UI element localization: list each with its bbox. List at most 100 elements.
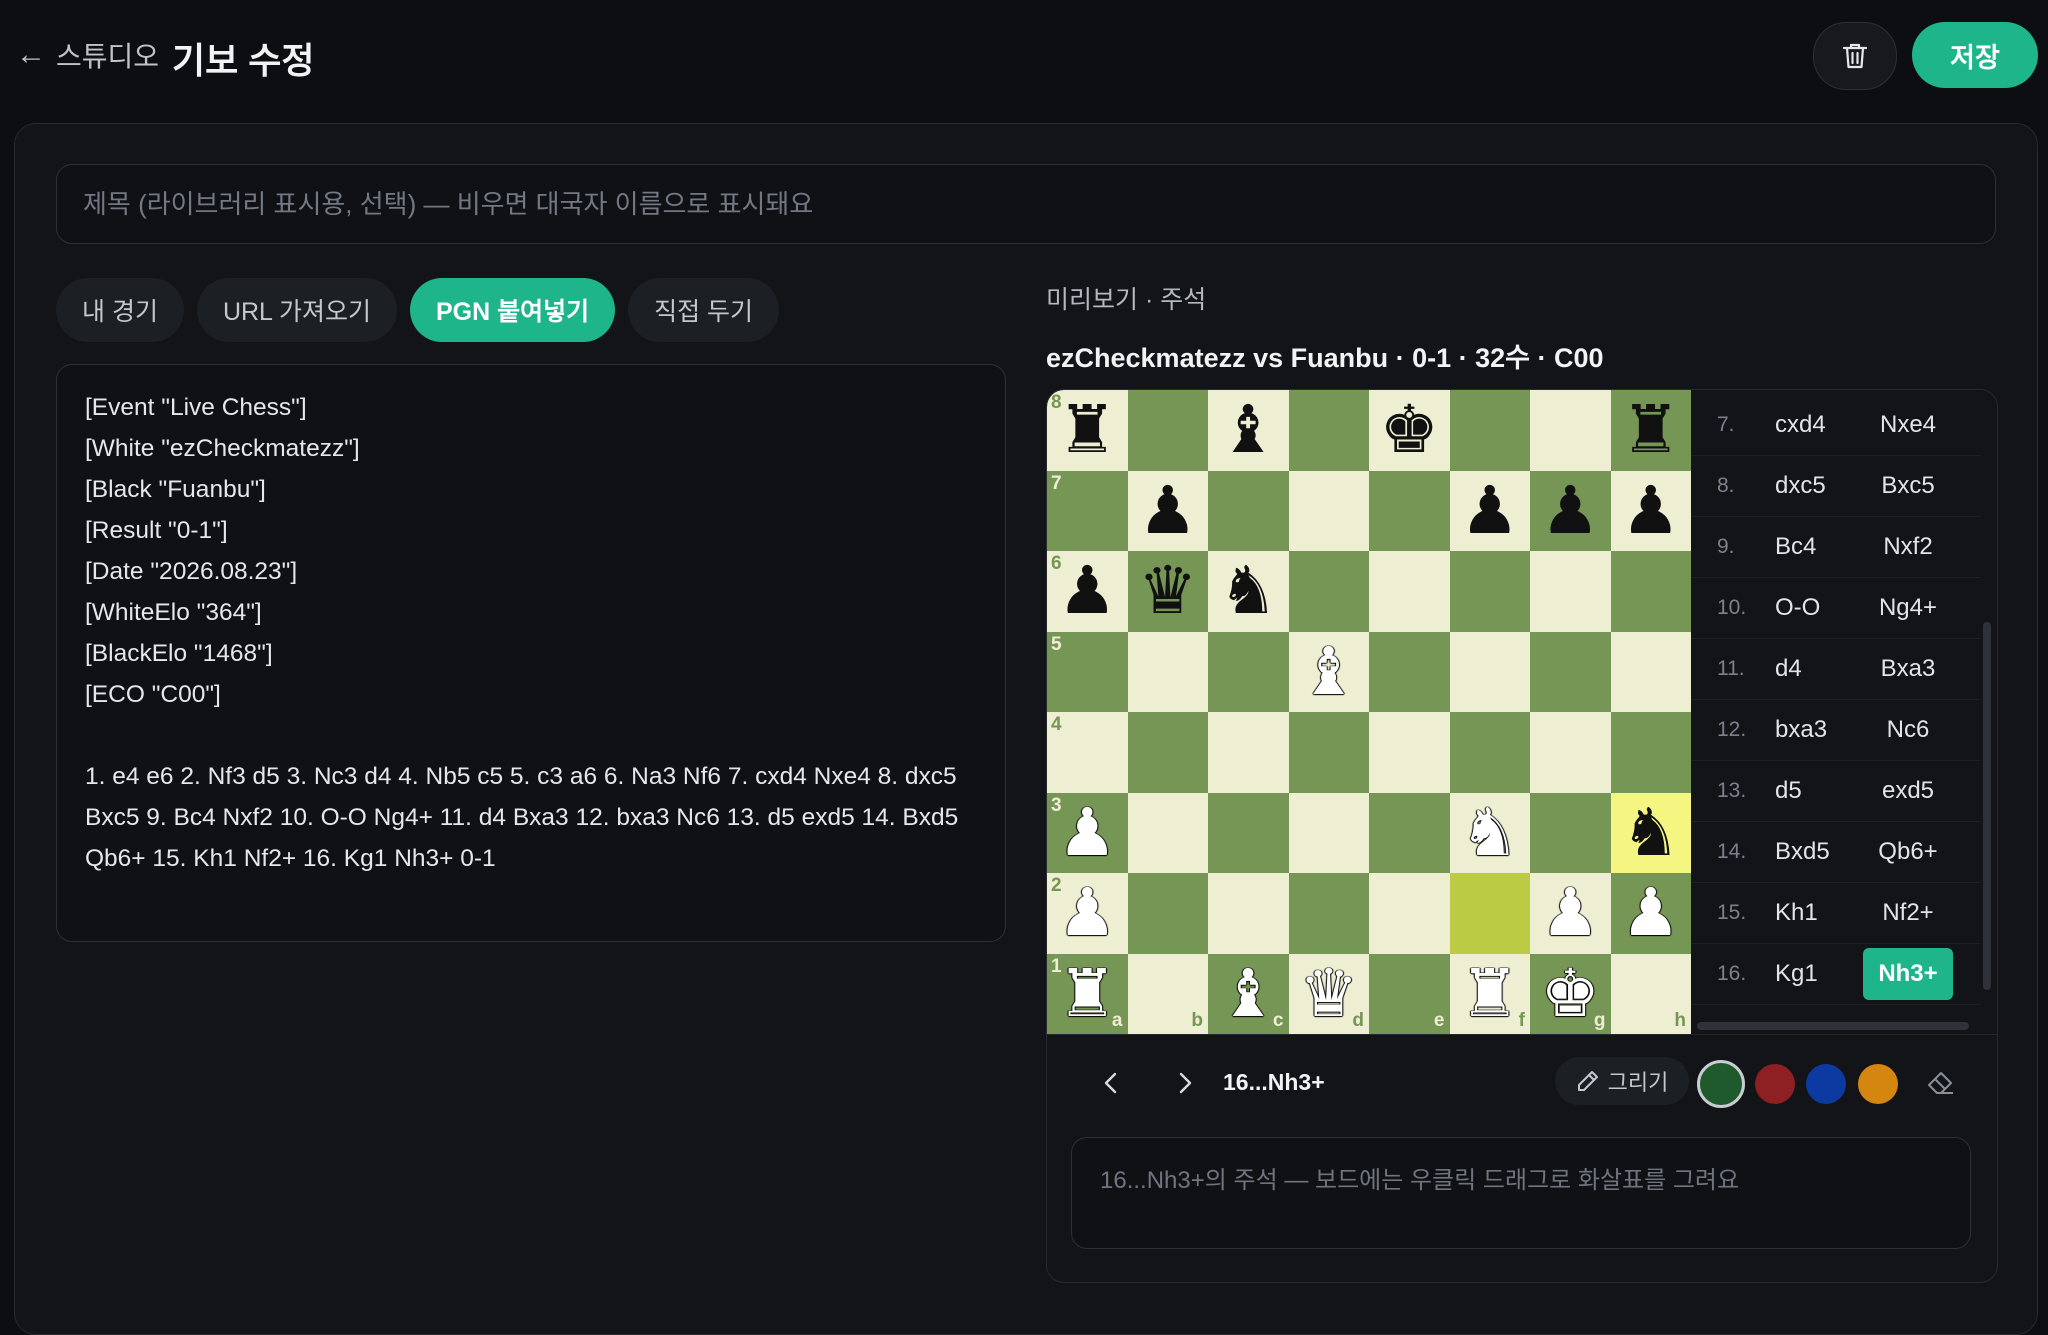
white-rook-icon[interactable]: ♜ <box>1460 960 1519 1027</box>
square-g5[interactable] <box>1530 631 1611 712</box>
save-button[interactable]: 저장 <box>1912 22 2038 88</box>
square-a6[interactable]: 6 ♟ <box>1047 551 1128 632</box>
square-b1[interactable]: b <box>1127 953 1208 1034</box>
white-bishop-icon[interactable]: ♝ <box>1219 960 1278 1027</box>
square-h7[interactable]: ♟ <box>1610 470 1691 551</box>
square-e5[interactable] <box>1369 631 1450 712</box>
white-move[interactable]: dxc5 <box>1775 460 1855 512</box>
color-swatch-orange[interactable] <box>1858 1064 1898 1104</box>
white-pawn-icon[interactable]: ♟ <box>1058 880 1117 946</box>
black-pawn-icon[interactable]: ♟ <box>1138 477 1197 544</box>
square-g2[interactable]: ♟ <box>1530 873 1611 954</box>
tab-import-url[interactable]: URL 가져오기 <box>196 278 397 342</box>
white-move[interactable]: d5 <box>1775 765 1855 817</box>
square-d7[interactable] <box>1288 470 1369 551</box>
white-queen-icon[interactable]: ♛ <box>1299 960 1358 1027</box>
black-pawn-icon[interactable]: ♟ <box>1460 477 1519 544</box>
square-c5[interactable] <box>1208 631 1289 712</box>
black-move[interactable]: Nxf2 <box>1863 521 1953 573</box>
white-king-icon[interactable]: ♚ <box>1541 960 1600 1027</box>
black-rook-icon[interactable]: ♜ <box>1058 397 1117 463</box>
square-d8[interactable] <box>1288 390 1369 471</box>
white-bishop-icon[interactable]: ♝ <box>1299 638 1358 705</box>
square-c3[interactable] <box>1208 792 1289 873</box>
square-h5[interactable] <box>1610 631 1691 712</box>
square-g8[interactable] <box>1530 390 1611 471</box>
prev-move-button[interactable] <box>1089 1061 1133 1105</box>
square-f5[interactable] <box>1449 631 1530 712</box>
square-d4[interactable] <box>1288 712 1369 793</box>
white-pawn-icon[interactable]: ♟ <box>1058 799 1117 866</box>
tab-play-manually[interactable]: 직접 두기 <box>628 278 780 342</box>
square-e4[interactable] <box>1369 712 1450 793</box>
black-bishop-icon[interactable]: ♝ <box>1219 397 1278 463</box>
square-e8[interactable]: ♚ <box>1369 390 1450 471</box>
square-e3[interactable] <box>1369 792 1450 873</box>
white-move[interactable]: Kg1 <box>1775 948 1855 1000</box>
square-h6[interactable] <box>1610 551 1691 632</box>
black-pawn-icon[interactable]: ♟ <box>1621 477 1680 544</box>
black-move[interactable]: Nc6 <box>1863 704 1953 756</box>
square-g3[interactable] <box>1530 792 1611 873</box>
tab-my-games[interactable]: 내 경기 <box>56 278 184 342</box>
square-c2[interactable] <box>1208 873 1289 954</box>
square-f1[interactable]: f ♜ <box>1449 953 1530 1034</box>
square-b7[interactable]: ♟ <box>1127 470 1208 551</box>
square-g4[interactable] <box>1530 712 1611 793</box>
square-e2[interactable] <box>1369 873 1450 954</box>
square-f8[interactable] <box>1449 390 1530 471</box>
square-f4[interactable] <box>1449 712 1530 793</box>
square-b5[interactable] <box>1127 631 1208 712</box>
white-move[interactable]: d4 <box>1775 643 1855 695</box>
black-pawn-icon[interactable]: ♟ <box>1541 477 1600 544</box>
black-rook-icon[interactable]: ♜ <box>1621 397 1680 463</box>
square-e6[interactable] <box>1369 551 1450 632</box>
black-move[interactable]: Qb6+ <box>1863 826 1953 878</box>
square-c7[interactable] <box>1208 470 1289 551</box>
white-move[interactable]: cxd4 <box>1775 399 1855 451</box>
color-swatch-green[interactable] <box>1697 1060 1745 1108</box>
square-d6[interactable] <box>1288 551 1369 632</box>
pgn-textarea[interactable]: [Event "Live Chess"] [White "ezCheckmate… <box>56 364 1006 942</box>
square-a5[interactable]: 5 <box>1047 631 1128 712</box>
color-swatch-blue[interactable] <box>1806 1064 1846 1104</box>
square-a8[interactable]: 8 ♜ <box>1047 390 1128 471</box>
chess-board[interactable]: 8 ♜ ♝ ♚ ♜ 7 ♟ ♟ ♟ ♟ 6 ♟ ♛ ♞ 5 ♝ 4 3 ♟ ♞ ♞ 2 ♟ ♟ ♟ 1 a ♜ b c ♝ d ♛ e f ♜ g ♚ h <box>1047 390 1691 1034</box>
annotation-input[interactable] <box>1071 1137 1971 1249</box>
horizontal-scrollbar[interactable] <box>1697 1022 1969 1030</box>
square-c6[interactable]: ♞ <box>1208 551 1289 632</box>
white-pawn-icon[interactable]: ♟ <box>1621 880 1680 946</box>
black-move-current[interactable]: Nh3+ <box>1863 947 1953 1000</box>
color-swatch-red[interactable] <box>1755 1064 1795 1104</box>
white-move[interactable]: bxa3 <box>1775 704 1855 756</box>
white-move[interactable]: O-O <box>1775 582 1855 634</box>
draw-button[interactable]: 그리기 <box>1555 1057 1689 1105</box>
white-move[interactable]: Bc4 <box>1775 521 1855 573</box>
square-h8[interactable]: ♜ <box>1610 390 1691 471</box>
black-move[interactable]: Nxe4 <box>1863 399 1953 451</box>
white-rook-icon[interactable]: ♜ <box>1058 960 1117 1027</box>
black-king-icon[interactable]: ♚ <box>1380 397 1439 463</box>
title-input[interactable] <box>56 164 1996 244</box>
square-b6[interactable]: ♛ <box>1127 551 1208 632</box>
black-knight-icon[interactable]: ♞ <box>1621 799 1680 866</box>
white-pawn-icon[interactable]: ♟ <box>1541 880 1600 946</box>
square-b3[interactable] <box>1127 792 1208 873</box>
black-knight-icon[interactable]: ♞ <box>1219 558 1278 624</box>
black-move[interactable]: Ng4+ <box>1863 582 1953 634</box>
move-list-scrollbar[interactable] <box>1983 622 1991 990</box>
square-d1[interactable]: d ♛ <box>1288 953 1369 1034</box>
delete-button[interactable] <box>1813 22 1897 90</box>
square-f3[interactable]: ♞ <box>1449 792 1530 873</box>
square-g6[interactable] <box>1530 551 1611 632</box>
black-move[interactable]: exd5 <box>1863 765 1953 817</box>
square-h1[interactable]: h <box>1610 953 1691 1034</box>
square-b4[interactable] <box>1127 712 1208 793</box>
square-c1[interactable]: c ♝ <box>1208 953 1289 1034</box>
square-a4[interactable]: 4 <box>1047 712 1128 793</box>
square-b8[interactable] <box>1127 390 1208 471</box>
white-move[interactable]: Kh1 <box>1775 887 1855 939</box>
square-e7[interactable] <box>1369 470 1450 551</box>
square-h3[interactable]: ♞ <box>1610 792 1691 873</box>
next-move-button[interactable] <box>1163 1061 1207 1105</box>
